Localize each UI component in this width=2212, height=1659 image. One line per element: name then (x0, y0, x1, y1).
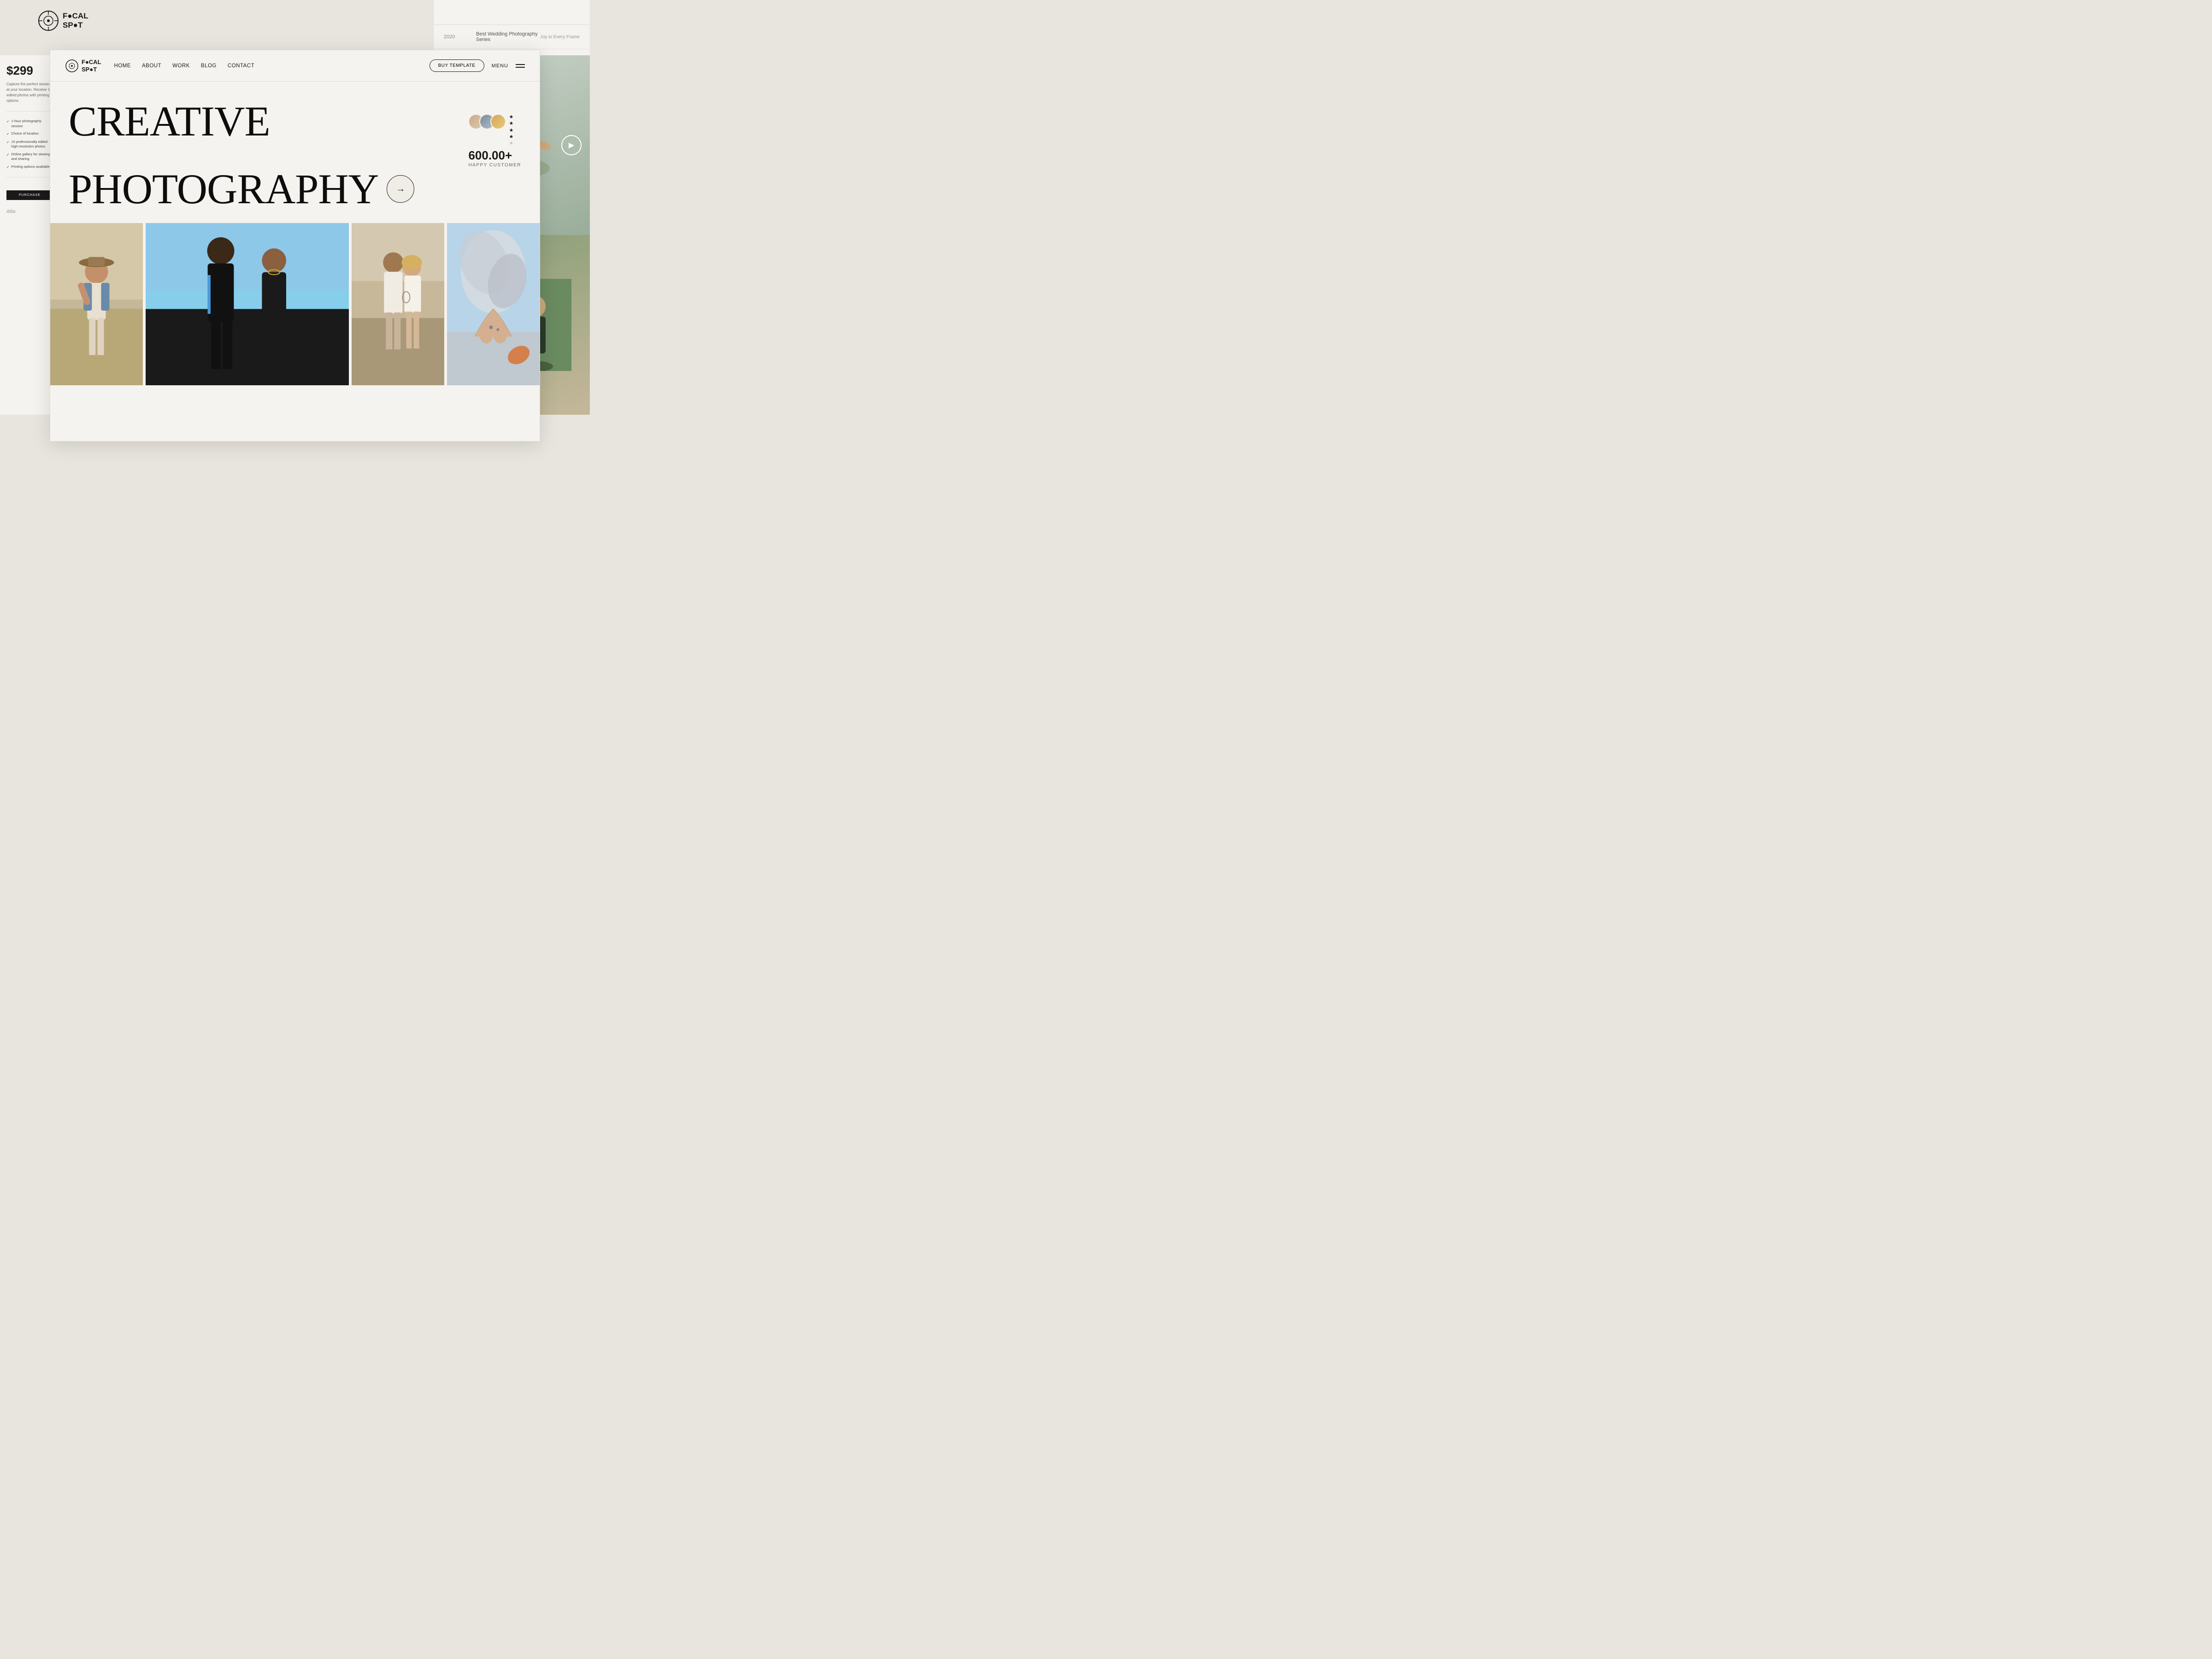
buy-template-button[interactable]: BUY TEMPLATE (429, 59, 484, 72)
nav-logo-text: F●CAL SP●T (82, 59, 101, 73)
nav-logo: F●CAL SP●T (65, 59, 101, 73)
avatar-group (468, 114, 501, 129)
table-row: 2020 Best Wedding Photography Series Joy… (434, 25, 590, 49)
list-item: ✓1-hour photography session (6, 119, 53, 129)
menu-label: MENU (492, 63, 508, 69)
hero-customer-count: 600.00+ (468, 148, 512, 163)
top-logo-text: F●CAL SP●T (63, 12, 88, 29)
star-4: ★ (509, 134, 513, 140)
nav-links: HOME ABOUT WORK BLOG CONTACT (114, 63, 429, 69)
arrow-button[interactable]: → (387, 175, 414, 203)
list-item: ✓Choice of location (6, 131, 53, 137)
play-button[interactable]: ▶ (561, 135, 582, 155)
photo-art-4 (447, 223, 540, 385)
price-description: Capture the perfect session at your loca… (6, 82, 53, 104)
list-item: ✓Printing options available (6, 165, 53, 170)
hero-stats: ★ ★ ★ ★ ★ 600.00+ HAPPY CUSTOMER (468, 114, 521, 168)
hero-section: CREATIVE ★ ★ ★ ★ ★ (50, 82, 540, 210)
photo-art-2 (146, 223, 349, 385)
hero-title-row2: PHOTOGRAPHY → (69, 168, 521, 210)
purchase-button[interactable]: PURCHASE (6, 190, 53, 200)
nav-link-work[interactable]: WORK (172, 63, 190, 69)
hero-customer-label: HAPPY CUSTOMER (468, 163, 521, 168)
nav-link-about[interactable]: ABOUT (142, 63, 161, 69)
top-logo-icon (38, 10, 59, 31)
nav-link-blog[interactable]: BLOG (201, 63, 217, 69)
list-item: ✓15 professionally edited high-resolutio… (6, 140, 53, 149)
arrow-icon: → (396, 184, 405, 194)
avatar (490, 114, 506, 129)
price-display: $299 (6, 64, 53, 78)
top-logo: F●CAL SP●T (38, 10, 88, 31)
nav-link-contact[interactable]: CONTACT (228, 63, 254, 69)
hero-title-line2: PHOTOGRAPHY (69, 168, 378, 210)
photo-cell-4 (447, 223, 540, 385)
main-card: F●CAL SP●T HOME ABOUT WORK BLOG CONTACT … (50, 50, 540, 441)
nav-logo-icon (65, 59, 79, 73)
star-1: ★ (509, 114, 513, 120)
photo-art-3 (352, 223, 444, 385)
photo-art-1 (50, 223, 143, 385)
star-rating: ★ ★ ★ ★ ★ (509, 114, 513, 147)
hamburger-menu[interactable] (516, 64, 525, 68)
nav-link-home[interactable]: HOME (114, 63, 131, 69)
nav-right: BUY TEMPLATE MENU (429, 59, 525, 72)
star-3: ★ (509, 127, 513, 134)
play-icon: ▶ (569, 141, 574, 150)
star-2: ★ (509, 120, 513, 127)
list-item: ✓Online gallery for viewing and sharing (6, 152, 53, 162)
navigation: F●CAL SP●T HOME ABOUT WORK BLOG CONTACT … (50, 50, 540, 82)
photo-cell-1 (50, 223, 143, 385)
star-5: ★ (509, 140, 513, 147)
photo-cell-3 (352, 223, 444, 385)
hero-title-line1: CREATIVE (69, 100, 270, 142)
alita-logo: Alita (6, 209, 53, 214)
hero-title-row: CREATIVE ★ ★ ★ ★ ★ (69, 100, 521, 168)
photo-grid (50, 210, 540, 385)
photo-cell-2 (146, 223, 349, 385)
